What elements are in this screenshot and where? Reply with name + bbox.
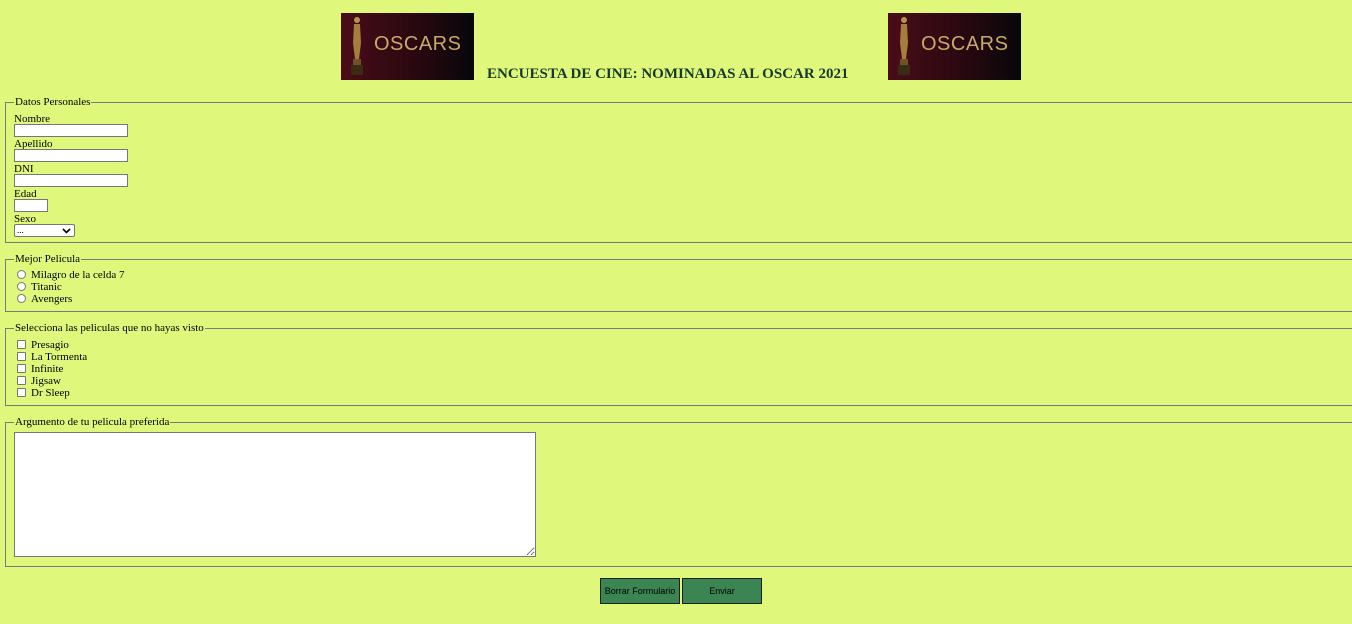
- checkbox-option[interactable]: La Tormenta: [17, 351, 87, 363]
- radio-label: Avengers: [31, 293, 73, 305]
- radio-option[interactable]: Avengers: [17, 293, 72, 305]
- personal-data-legend: Datos Personales: [14, 95, 92, 109]
- checkbox[interactable]: [17, 339, 26, 349]
- plot-fieldset: Argumento de tu pelicula preferida: [5, 415, 1352, 567]
- page-title: ENCUESTA DE CINE: NOMINADAS AL OSCAR 202…: [487, 66, 849, 82]
- nombre-input[interactable]: [14, 124, 128, 137]
- checkbox-option[interactable]: Jigsaw: [17, 375, 61, 387]
- submit-button[interactable]: Enviar: [682, 578, 762, 604]
- sexo-selected-value: ...: [17, 225, 24, 235]
- radio-option[interactable]: Titanic: [17, 281, 62, 293]
- reset-button[interactable]: Borrar Formulario: [600, 578, 680, 604]
- checkbox-label: Infinite: [31, 363, 64, 375]
- sexo-select[interactable]: ...: [14, 224, 75, 237]
- checkbox[interactable]: [17, 375, 26, 385]
- checkbox[interactable]: [17, 363, 26, 373]
- oscar-statue-icon: [351, 17, 363, 75]
- logo-text: OSCARS: [921, 33, 1009, 55]
- best-movie-legend: Mejor Pelicula: [14, 252, 82, 266]
- logo-text: OSCARS: [374, 33, 462, 55]
- personal-data-fieldset: Datos Personales Nombre Apellido DNI Eda…: [5, 95, 1352, 243]
- checkbox-label: Jigsaw: [31, 375, 61, 387]
- checkbox-label: La Tormenta: [31, 351, 88, 363]
- checkbox[interactable]: [17, 351, 26, 361]
- checkbox-label: Presagio: [31, 339, 69, 351]
- checkbox[interactable]: [17, 387, 26, 397]
- page-header: OSCARS ENCUESTA DE CINE: NOMINADAS AL OS…: [0, 0, 1352, 90]
- oscars-logo: OSCARS: [888, 13, 1021, 80]
- checkbox-option[interactable]: Dr Sleep: [17, 387, 70, 399]
- oscars-logo: OSCARS: [341, 13, 474, 80]
- checkbox-option[interactable]: Infinite: [17, 363, 63, 375]
- radio-button[interactable]: [17, 293, 26, 303]
- checkbox-label: Dr Sleep: [31, 387, 70, 399]
- radio-label: Milagro de la celda 7: [31, 269, 125, 281]
- dni-input[interactable]: [14, 174, 128, 187]
- checkbox-option[interactable]: Presagio: [17, 339, 69, 351]
- best-movie-fieldset: Mejor Pelicula Milagro de la celda 7 Tit…: [5, 252, 1352, 312]
- not-seen-legend: Selecciona las peliculas que no hayas vi…: [14, 321, 205, 335]
- oscar-statue-icon: [898, 17, 910, 75]
- radio-button[interactable]: [17, 281, 26, 291]
- edad-input[interactable]: [14, 199, 48, 212]
- radio-button[interactable]: [17, 269, 26, 279]
- not-seen-fieldset: Selecciona las peliculas que no hayas vi…: [5, 321, 1352, 406]
- apellido-input[interactable]: [14, 149, 128, 162]
- radio-label: Titanic: [31, 281, 62, 293]
- radio-option[interactable]: Milagro de la celda 7: [17, 269, 124, 281]
- plot-legend: Argumento de tu pelicula preferida: [14, 415, 171, 429]
- chevron-down-icon: [62, 228, 71, 234]
- plot-textarea[interactable]: [14, 432, 536, 557]
